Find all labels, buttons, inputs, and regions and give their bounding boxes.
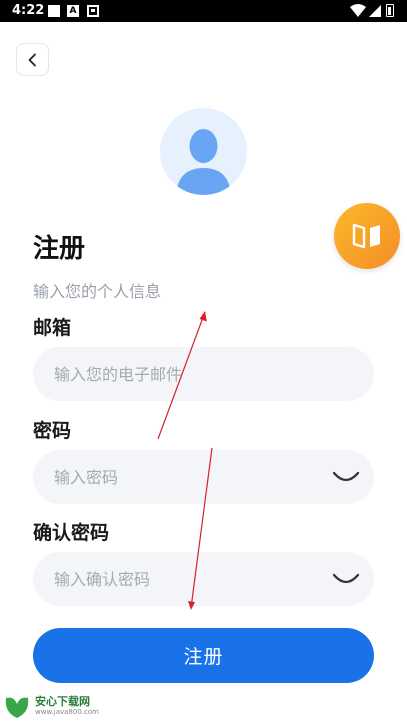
watermark-leaf-icon bbox=[5, 697, 29, 718]
notification-square-icon bbox=[48, 5, 60, 17]
email-label: 邮箱 bbox=[33, 317, 72, 339]
password-field[interactable] bbox=[33, 450, 374, 504]
page-subtitle: 输入您的个人信息 bbox=[33, 282, 162, 301]
watermark-name: 安心下载网 bbox=[35, 695, 90, 708]
watermark-url: www.java800.com bbox=[35, 708, 99, 716]
book-icon bbox=[352, 223, 380, 249]
notification-a-icon: A bbox=[67, 5, 79, 17]
eye-closed-icon[interactable] bbox=[332, 567, 360, 589]
watermark-logo: 安心下载网 www.java800.com bbox=[2, 692, 112, 722]
confirm-password-label: 确认密码 bbox=[33, 522, 110, 544]
status-time: 4:22 bbox=[12, 3, 45, 18]
confirm-password-field[interactable] bbox=[33, 552, 374, 606]
password-field-container bbox=[33, 450, 374, 504]
user-avatar-icon bbox=[176, 129, 231, 195]
status-bar: 4:22 A bbox=[0, 0, 407, 22]
avatar[interactable] bbox=[160, 108, 247, 195]
password-label: 密码 bbox=[33, 420, 72, 442]
eye-closed-icon[interactable] bbox=[332, 465, 360, 487]
annotation-arrowhead-up bbox=[199, 311, 207, 322]
wifi-icon bbox=[350, 4, 366, 17]
signal-icon bbox=[369, 5, 381, 17]
chevron-left-icon bbox=[28, 53, 36, 66]
back-button[interactable] bbox=[16, 43, 49, 76]
notification-box-icon bbox=[87, 5, 99, 17]
email-field[interactable] bbox=[33, 347, 374, 401]
confirm-password-field-container bbox=[33, 552, 374, 606]
page-title: 注册 bbox=[33, 234, 86, 264]
floating-book-button[interactable] bbox=[334, 203, 400, 269]
email-field-container bbox=[33, 347, 374, 401]
register-button[interactable]: 注册 bbox=[33, 628, 374, 683]
battery-icon bbox=[386, 4, 394, 17]
